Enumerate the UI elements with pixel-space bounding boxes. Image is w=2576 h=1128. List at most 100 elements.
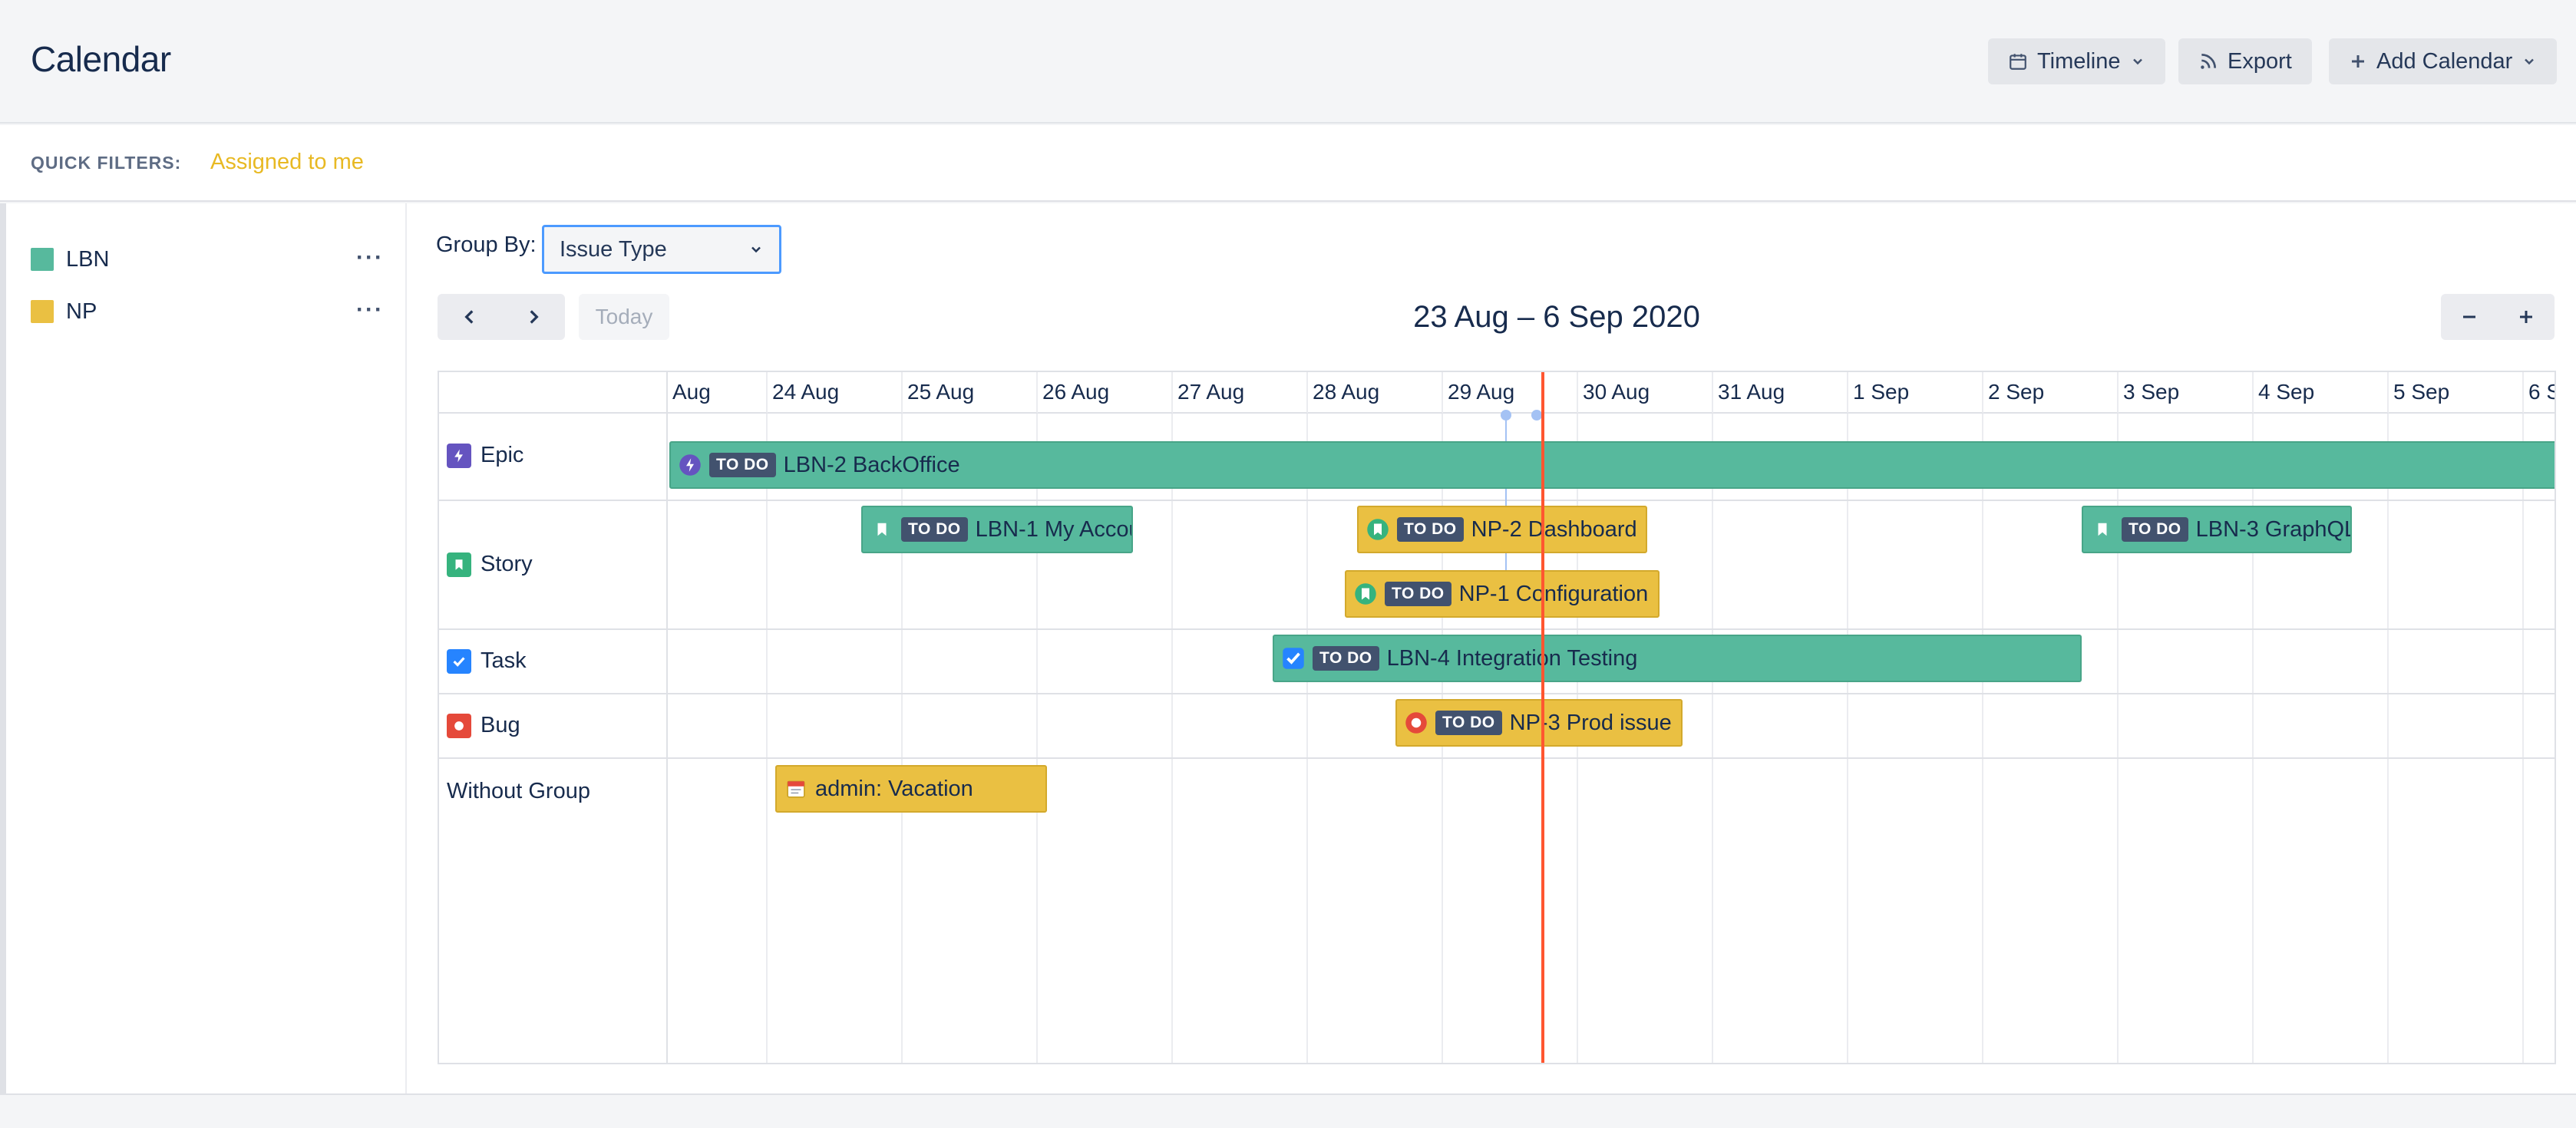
group-name: Task: [481, 648, 527, 673]
status-badge: TO DO: [709, 453, 776, 477]
export-button[interactable]: Export: [2178, 38, 2312, 84]
group-row-without-group: Without Group: [439, 759, 2555, 1063]
bug-icon: [447, 713, 471, 738]
event-vacation[interactable]: admin: Vacation: [775, 765, 1047, 813]
more-options-icon[interactable]: ···: [356, 297, 384, 323]
event-title: LBN-1 My Account: [975, 516, 1131, 542]
rss-icon: [2201, 53, 2217, 69]
status-badge: TO DO: [2122, 517, 2188, 542]
event-title: NP-3 Prod issue: [1509, 710, 1672, 735]
event-np-3[interactable]: TO DO NP-3 Prod issue: [1395, 699, 1683, 747]
group-by-value: Issue Type: [560, 236, 667, 262]
chevron-down-icon: [751, 246, 761, 253]
calendar-icon: [784, 777, 807, 800]
minus-icon: [2463, 315, 2475, 318]
group-label-story: Story: [447, 552, 533, 577]
calendar-sidebar: LBN ··· NP ···: [6, 203, 407, 1093]
story-icon: [870, 518, 893, 541]
story-icon: [447, 552, 471, 577]
selection-handle[interactable]: [1501, 410, 1511, 421]
prev-button[interactable]: [438, 294, 501, 340]
timeline-grid: Aug 24 Aug 25 Aug 26 Aug 27 Aug 28 Aug 2…: [438, 371, 2556, 1064]
group-label-bug: Bug: [447, 713, 520, 738]
epic-icon: [447, 443, 471, 468]
event-lbn-1[interactable]: TO DO LBN-1 My Account: [861, 506, 1133, 553]
group-label-epic: Epic: [447, 443, 523, 468]
quick-filters-bar: QUICK FILTERS: Assigned to me: [0, 125, 2576, 202]
event-title: LBN-2 BackOffice: [783, 452, 960, 477]
status-badge: TO DO: [1385, 582, 1451, 606]
more-options-icon[interactable]: ···: [356, 245, 384, 271]
event-title: LBN-3 GraphQL: [2195, 516, 2352, 542]
next-button[interactable]: [501, 294, 565, 340]
task-icon: [447, 648, 471, 674]
filter-assigned-to-me[interactable]: Assigned to me: [210, 150, 364, 175]
day-header: 25 Aug: [903, 372, 1038, 414]
day-header: 5 Sep: [2389, 372, 2524, 414]
current-time-indicator: [1541, 372, 1544, 1063]
zoom-in-button[interactable]: [2498, 294, 2555, 340]
selection-handle[interactable]: [1531, 410, 1542, 421]
event-lbn-4[interactable]: TO DO LBN-4 Integration Testing: [1273, 635, 2082, 682]
day-header: 26 Aug: [1038, 372, 1173, 414]
day-header: 31 Aug: [1713, 372, 1848, 414]
day-header: 4 Sep: [2254, 372, 2389, 414]
timeline-view-button[interactable]: Timeline: [1988, 38, 2165, 84]
group-by-label: Group By:: [436, 233, 537, 257]
group-name: Bug: [481, 713, 520, 737]
bug-icon: [1405, 711, 1428, 734]
today-button[interactable]: Today: [579, 294, 669, 340]
day-header: Aug: [668, 372, 768, 414]
calendar-color-swatch: [31, 248, 54, 271]
plus-icon: [2352, 55, 2364, 68]
group-label-task: Task: [447, 648, 527, 674]
chevron-down-icon: [2132, 58, 2142, 65]
zoom-out-button[interactable]: [2441, 294, 2498, 340]
chevron-right-icon: [530, 310, 539, 324]
event-np-2[interactable]: TO DO NP-2 Dashboard: [1357, 506, 1647, 553]
day-header: 29 Aug: [1443, 372, 1578, 414]
task-icon: [1282, 647, 1305, 670]
day-header: 6 Sep: [2524, 372, 2555, 414]
status-badge: TO DO: [1313, 646, 1379, 671]
group-by-select[interactable]: Issue Type: [542, 225, 781, 274]
add-calendar-button[interactable]: Add Calendar: [2329, 38, 2558, 84]
day-header: 24 Aug: [768, 372, 903, 414]
date-navigation: [438, 294, 565, 340]
day-header: 30 Aug: [1578, 372, 1713, 414]
event-lbn-3[interactable]: TO DO LBN-3 GraphQL: [2082, 506, 2352, 553]
event-np-1[interactable]: TO DO NP-1 Configuration: [1345, 570, 1660, 618]
calendar-icon: [2010, 54, 2026, 70]
event-title: NP-1 Configuration: [1458, 581, 1649, 606]
calendar-name: LBN: [66, 246, 110, 272]
story-icon: [1366, 518, 1389, 541]
status-badge: TO DO: [901, 517, 968, 542]
chevron-left-icon: [464, 310, 473, 324]
story-icon: [2091, 518, 2114, 541]
calendar-item-np[interactable]: NP ···: [31, 292, 384, 331]
main-panel: LBN ··· NP ··· Group By: Issue Type Toda…: [0, 203, 2576, 1095]
calendar-name: NP: [66, 298, 97, 324]
page-header: Calendar Timeline Export Add Calendar: [0, 0, 2576, 124]
event-title: admin: Vacation: [815, 776, 973, 801]
date-range-title: 23 Aug – 6 Sep 2020: [1413, 300, 1700, 334]
timeline-header-corner: [439, 372, 668, 414]
day-header: 1 Sep: [1848, 372, 1983, 414]
plus-icon: [2520, 311, 2532, 323]
zoom-controls: [2441, 294, 2555, 340]
story-icon: [1354, 582, 1377, 605]
event-title: NP-2 Dashboard: [1471, 516, 1637, 542]
status-badge: TO DO: [1435, 711, 1502, 735]
group-name: Story: [481, 552, 533, 576]
group-name: Without Group: [447, 779, 590, 803]
chevron-down-icon: [2525, 58, 2535, 65]
timeline-label: Timeline: [2037, 48, 2121, 74]
quick-filters-label: QUICK FILTERS:: [31, 153, 182, 173]
page-title: Calendar: [31, 39, 171, 79]
day-header: 28 Aug: [1308, 372, 1443, 414]
group-label-without-group: Without Group: [447, 779, 590, 804]
event-lbn-2[interactable]: TO DO LBN-2 BackOffice: [669, 441, 2555, 489]
day-header: 27 Aug: [1173, 372, 1308, 414]
calendar-item-lbn[interactable]: LBN ···: [31, 240, 384, 279]
day-header: 3 Sep: [2119, 372, 2254, 414]
